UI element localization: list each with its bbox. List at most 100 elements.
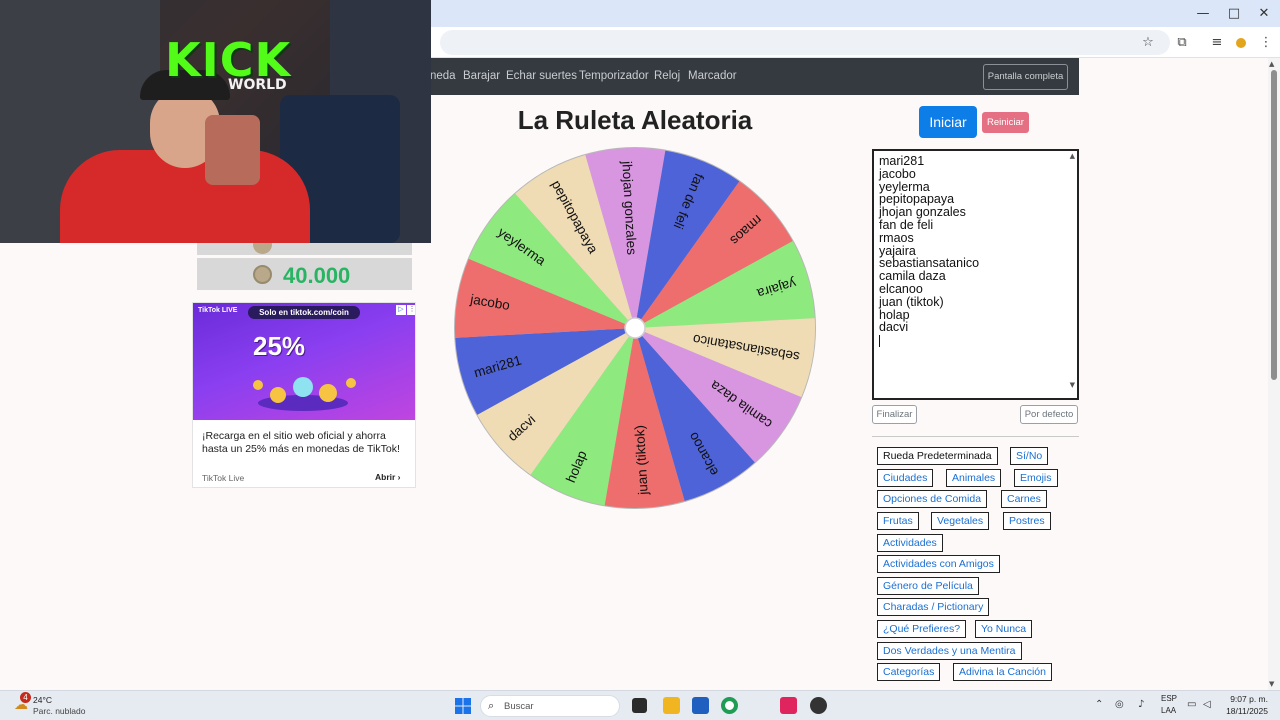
- tray-overflow-icon[interactable]: ⌃: [1095, 699, 1103, 710]
- nav-link-barajar[interactable]: Barajar: [463, 70, 500, 82]
- ad-options-icon[interactable]: ⋮: [407, 305, 415, 315]
- kick-logo-sub: WORLD: [228, 77, 287, 93]
- name-entry: fan de feli: [879, 217, 934, 232]
- preset-button[interactable]: ¿Qué Prefieres?: [877, 620, 967, 638]
- preset-button[interactable]: Emojis: [1014, 469, 1058, 487]
- ad-headline[interactable]: ¡Recarga en el sitio web oficial y ahorr…: [202, 430, 410, 456]
- file-explorer-icon[interactable]: [663, 697, 680, 714]
- network-icon[interactable]: ▭: [1187, 699, 1196, 710]
- ad-info-icon[interactable]: ▷: [396, 305, 406, 315]
- clock-time[interactable]: 9:07 p. m.: [1228, 694, 1268, 704]
- ad-source: TikTok Live: [202, 473, 245, 483]
- ad-banner-image[interactable]: TikTok LIVE Solo en tiktok.com/coin 25% …: [193, 303, 415, 420]
- textarea-scroll-up-icon[interactable]: ▲: [1070, 152, 1075, 160]
- preset-button[interactable]: Dos Verdades y una Mentira: [877, 642, 1022, 660]
- scroll-down-icon[interactable]: ▼: [1269, 680, 1274, 688]
- profile-icon[interactable]: [1231, 33, 1251, 53]
- preset-button[interactable]: Yo Nunca: [975, 620, 1033, 638]
- preset-button[interactable]: Actividades: [877, 534, 943, 552]
- menu-icon[interactable]: ⋮: [1256, 33, 1276, 53]
- preset-button[interactable]: Carnes: [1001, 490, 1047, 508]
- media-icon[interactable]: ≡: [1207, 33, 1227, 53]
- preset-button[interactable]: Vegetales: [931, 512, 990, 530]
- weather-description[interactable]: Parc. nublado: [33, 706, 85, 716]
- name-entry: jacobo: [879, 166, 916, 181]
- task-view-icon[interactable]: [632, 698, 647, 713]
- language-indicator[interactable]: ESP: [1161, 694, 1177, 703]
- store-icon[interactable]: [692, 697, 709, 714]
- default-button[interactable]: Por defecto: [1020, 405, 1078, 424]
- close-window-button[interactable]: ✕: [1249, 4, 1279, 24]
- maximize-button[interactable]: □: [1219, 4, 1249, 24]
- coin-value: 40.000: [283, 263, 351, 288]
- preset-button[interactable]: Opciones de Comida: [877, 490, 988, 508]
- nav-link-temporizador[interactable]: Temporizador: [579, 70, 649, 82]
- textarea-scroll-down-icon[interactable]: ▼: [1070, 381, 1075, 389]
- chrome-icon[interactable]: [721, 697, 738, 714]
- coin-row-partial[interactable]: [197, 243, 412, 255]
- preset-button[interactable]: Animales: [946, 469, 1002, 487]
- preset-button[interactable]: Charadas / Pictionary: [877, 598, 990, 616]
- coins-illustration: [253, 377, 356, 411]
- name-entry: mari281: [879, 154, 925, 168]
- preset-button[interactable]: Categorías: [877, 663, 941, 681]
- name-entry: rmaos: [879, 230, 914, 245]
- wheel-hub: [624, 317, 646, 339]
- divider: [872, 436, 1079, 437]
- advertisement[interactable]: TikTok LIVE Solo en tiktok.com/coin 25% …: [192, 302, 416, 488]
- coin-package-row[interactable]: 40.000: [197, 258, 412, 290]
- preset-button[interactable]: Ciudades: [877, 469, 934, 487]
- volume-icon[interactable]: ◁: [1203, 699, 1211, 710]
- star-icon[interactable]: ☆: [1138, 33, 1158, 53]
- nav-link-marcador[interactable]: Marcador: [688, 70, 737, 82]
- nav-link-moneda[interactable]: neda: [430, 70, 456, 82]
- preset-button[interactable]: Frutas: [877, 512, 919, 530]
- spin-wheel[interactable]: mari281jacoboyeylerma pepitopapaya jhojan …: [452, 145, 818, 511]
- name-entry: juan (tiktok): [879, 294, 944, 309]
- clock-date[interactable]: 18/11/2025: [1218, 706, 1268, 716]
- name-entry: elcanoo: [879, 281, 923, 296]
- taskbar-search[interactable]: ⌕ Buscar: [480, 695, 620, 717]
- tray-app-icon[interactable]: ◎: [1115, 699, 1124, 710]
- ad-brand: TikTok LIVE: [198, 307, 238, 314]
- ad-discount: 25%: [253, 331, 306, 361]
- streamer-hands: [205, 115, 260, 185]
- windows-start-icon[interactable]: [455, 698, 471, 714]
- windows-taskbar: ☁ 4 24°C Parc. nublado ⌕ Buscar ⌃ ◎ ♪ ES…: [0, 690, 1280, 720]
- fullscreen-button[interactable]: Pantalla completa: [983, 64, 1068, 90]
- name-entry: dacvi: [879, 320, 909, 335]
- names-textarea[interactable]: mari281 jacobo yeylerma pepitopapaya jhojan …: [872, 149, 1079, 400]
- page-scrollbar[interactable]: ▲ ▼: [1268, 58, 1280, 690]
- taskbar-search-placeholder: Buscar: [504, 701, 534, 712]
- nav-link-echar-suertes[interactable]: Echar suertes: [506, 70, 577, 82]
- ad-open-label[interactable]: Abrir: [375, 472, 395, 482]
- site-navbar: neda Barajar Echar suertes Temporizador …: [430, 58, 1079, 95]
- text-caret: [879, 335, 880, 348]
- page-title: La Ruleta Aleatoria: [517, 105, 753, 135]
- preset-button[interactable]: Sí/No: [1010, 447, 1049, 465]
- preset-button[interactable]: Actividades con Amigos: [877, 555, 1000, 573]
- minimize-button[interactable]: —: [1188, 4, 1218, 24]
- scroll-up-icon[interactable]: ▲: [1269, 60, 1274, 68]
- weather-temperature[interactable]: 24°C: [33, 695, 52, 705]
- weather-badge: 4: [20, 692, 31, 703]
- preset-button[interactable]: Rueda Predeterminada: [877, 447, 998, 465]
- names-list: mari281 jacobo yeylerma pepitopapaya jhojan …: [879, 155, 1072, 334]
- webcam-overlay: KICK WORLD: [0, 0, 431, 243]
- preset-button[interactable]: Postres: [1003, 512, 1051, 530]
- nav-link-reloj[interactable]: Reloj: [654, 70, 680, 82]
- ad-open-button[interactable]: Abrir ›: [375, 472, 401, 482]
- extensions-icon[interactable]: ⧉: [1172, 33, 1192, 53]
- preset-button[interactable]: Género de Película: [877, 577, 979, 595]
- tiktok-icon[interactable]: [780, 697, 797, 714]
- microphone-icon[interactable]: ♪: [1138, 699, 1144, 710]
- finalize-button[interactable]: Finalizar: [872, 405, 917, 424]
- preset-button[interactable]: Adivina la Canción: [953, 663, 1052, 681]
- reset-button[interactable]: Reiniciar: [982, 112, 1029, 133]
- scroll-thumb[interactable]: [1271, 70, 1277, 380]
- coin-icon: [253, 265, 272, 284]
- app-icon[interactable]: [810, 697, 827, 714]
- address-bar[interactable]: [440, 30, 1170, 55]
- start-button[interactable]: Iniciar: [919, 106, 977, 138]
- keyboard-layout[interactable]: LAA: [1161, 706, 1176, 715]
